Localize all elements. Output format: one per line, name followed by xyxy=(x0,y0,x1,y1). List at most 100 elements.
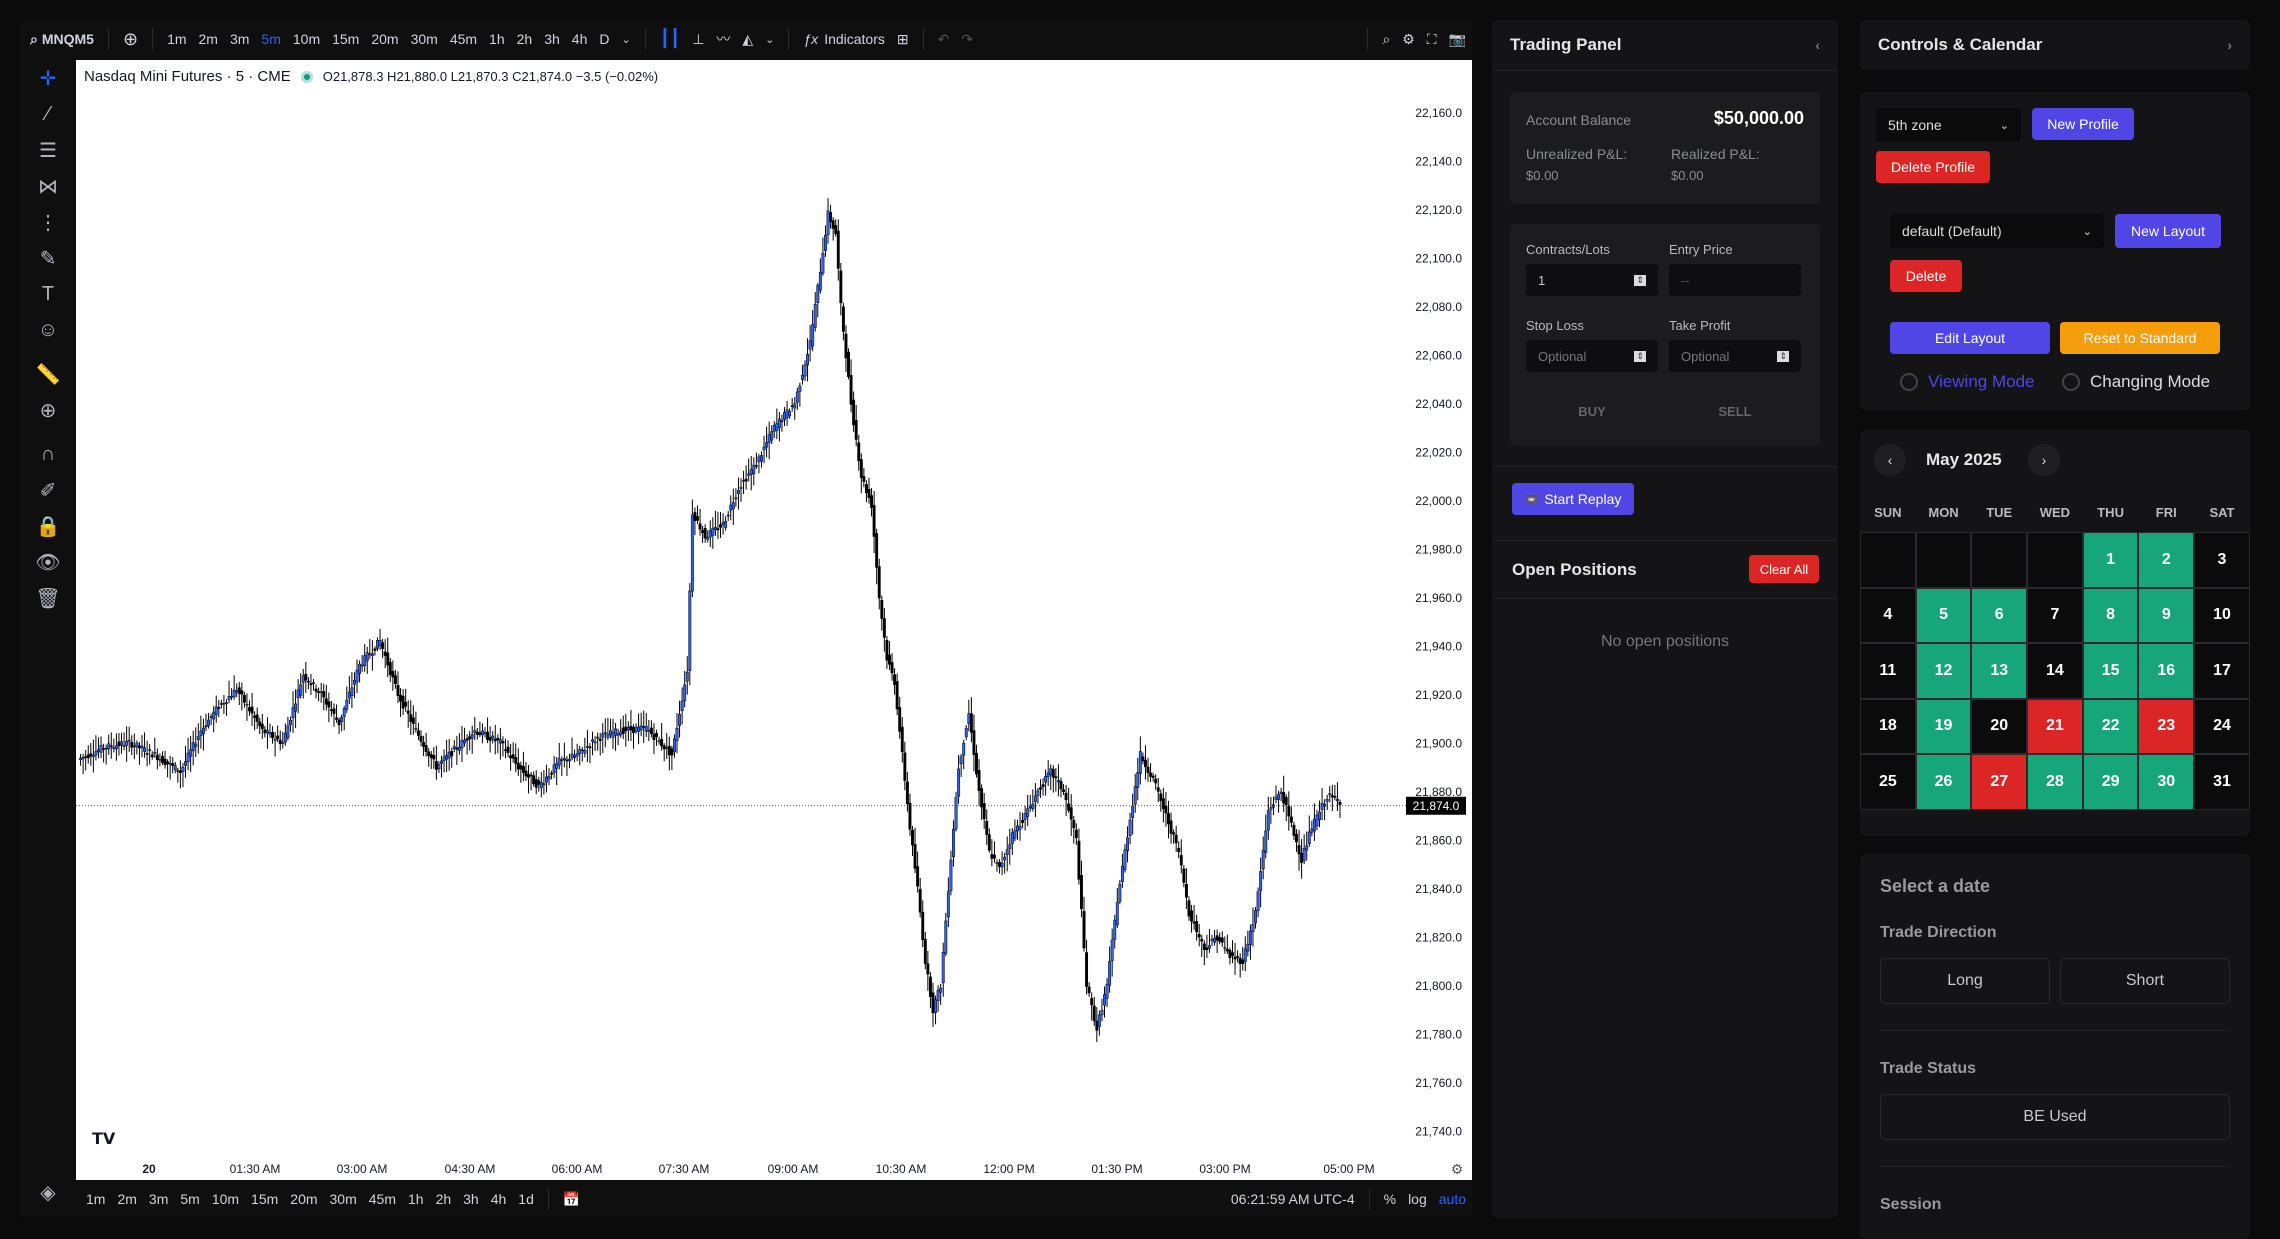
pattern-icon[interactable]: ⋈ xyxy=(30,168,66,204)
calendar-day[interactable]: 9 xyxy=(2138,587,2195,643)
layout-select[interactable]: default (Default) ⌄ xyxy=(1890,214,2104,248)
calendar-day[interactable]: 24 xyxy=(2194,698,2250,754)
calendar-day[interactable]: 23 xyxy=(2138,698,2195,754)
range-20m[interactable]: 20m xyxy=(284,1191,323,1207)
range-2h[interactable]: 2h xyxy=(430,1191,458,1207)
interval-3h[interactable]: 3h xyxy=(538,31,566,47)
short-button[interactable]: Short xyxy=(2060,958,2230,1004)
percent-toggle[interactable]: % xyxy=(1378,1191,1402,1207)
entry-input[interactable]: -- xyxy=(1669,264,1801,296)
long-button[interactable]: Long xyxy=(1880,958,2050,1004)
buy-button[interactable]: BUY xyxy=(1526,394,1658,428)
auto-toggle[interactable]: auto xyxy=(1433,1191,1472,1207)
range-10m[interactable]: 10m xyxy=(206,1191,245,1207)
interval-30m[interactable]: 30m xyxy=(405,31,444,47)
calendar-day[interactable]: 20 xyxy=(1971,698,2028,754)
range-3m[interactable]: 3m xyxy=(143,1191,174,1207)
calendar-day[interactable]: 6 xyxy=(1971,587,2028,643)
contracts-input[interactable]: 1 ⇕ xyxy=(1526,264,1658,296)
calendar-day[interactable]: 14 xyxy=(2027,643,2083,699)
calendar-day[interactable]: 18 xyxy=(1860,698,1916,754)
ruler-icon[interactable]: 📏 xyxy=(30,356,66,392)
log-toggle[interactable]: log xyxy=(1402,1191,1433,1207)
symbol-search[interactable]: ⌕ MNQM5 xyxy=(20,31,100,48)
calendar-day[interactable]: 15 xyxy=(2082,643,2139,699)
calendar-day[interactable]: 4 xyxy=(1860,587,1916,643)
viewing-mode-radio[interactable]: Viewing Mode xyxy=(1900,372,2034,392)
indicators-button[interactable]: ƒx Indicators xyxy=(797,31,891,47)
trash-icon[interactable]: 🗑 xyxy=(30,580,66,616)
calendar-day[interactable]: 7 xyxy=(2027,587,2083,643)
settings-gear-icon[interactable]: ⚙ xyxy=(1396,31,1421,48)
interval-1m[interactable]: 1m xyxy=(161,31,192,47)
calendar-day[interactable]: 29 xyxy=(2082,754,2139,810)
stepper-icon[interactable]: ⇕ xyxy=(1634,274,1646,286)
eye-icon[interactable]: 👁 xyxy=(30,544,66,580)
calendar-day[interactable]: 19 xyxy=(1915,698,1972,754)
calendar-day[interactable]: 1 xyxy=(2082,532,2139,588)
interval-20m[interactable]: 20m xyxy=(365,31,404,47)
interval-1h[interactable]: 1h xyxy=(483,31,511,47)
calendar-day[interactable]: 3 xyxy=(2194,532,2250,588)
new-layout-button[interactable]: New Layout xyxy=(2115,214,2221,248)
range-30m[interactable]: 30m xyxy=(324,1191,363,1207)
zoom-in-icon[interactable]: ⊕ xyxy=(30,392,66,428)
text-icon[interactable]: T xyxy=(30,276,66,312)
axis-settings-gear-icon[interactable]: ⚙ xyxy=(1451,1161,1464,1177)
calendar-day[interactable]: 13 xyxy=(1971,643,2028,699)
range-1h[interactable]: 1h xyxy=(402,1191,430,1207)
candles-icon[interactable]: ┃┃ xyxy=(654,29,686,49)
calendar-day[interactable]: 31 xyxy=(2194,754,2250,810)
lock-drawing-icon[interactable]: ✐ xyxy=(30,472,66,508)
calendar-day[interactable]: 17 xyxy=(2194,643,2250,699)
calendar-day[interactable]: 8 xyxy=(2082,587,2139,643)
stop-loss-input[interactable]: Optional ⇕ xyxy=(1526,340,1658,372)
undo-icon[interactable]: ↶ xyxy=(932,31,956,48)
new-profile-button[interactable]: New Profile xyxy=(2032,108,2134,140)
calendar-day[interactable]: 16 xyxy=(2138,643,2195,699)
fullscreen-icon[interactable]: ⛶ xyxy=(1421,31,1443,48)
interval-3m[interactable]: 3m xyxy=(224,31,255,47)
chevron-down-icon[interactable]: ⌄ xyxy=(615,33,636,46)
calendar-day[interactable]: 27 xyxy=(1971,754,2028,810)
delete-profile-button[interactable]: Delete Profile xyxy=(1876,151,1990,183)
be-used-button[interactable]: BE Used xyxy=(1880,1094,2230,1140)
brush-icon[interactable]: ✎ xyxy=(30,240,66,276)
price-chart[interactable]: Nasdaq Mini Futures · 5 · CME O21,878.3 … xyxy=(76,60,1472,1196)
redo-icon[interactable]: ↷ xyxy=(955,31,979,48)
chevron-right-icon[interactable]: › xyxy=(2227,37,2232,53)
range-45m[interactable]: 45m xyxy=(363,1191,402,1207)
calendar-day[interactable]: 5 xyxy=(1915,587,1972,643)
take-profit-input[interactable]: Optional ⇕ xyxy=(1669,340,1801,372)
interval-10m[interactable]: 10m xyxy=(287,31,326,47)
range-1d[interactable]: 1d xyxy=(512,1191,540,1207)
prev-month-icon[interactable]: ‹ xyxy=(1874,444,1906,476)
quick-search-icon[interactable]: ⌕ xyxy=(1376,31,1396,48)
add-symbol-icon[interactable]: ⊕ xyxy=(117,29,144,50)
range-5m[interactable]: 5m xyxy=(174,1191,205,1207)
calendar-day[interactable]: 25 xyxy=(1860,754,1916,810)
interval-2m[interactable]: 2m xyxy=(193,31,224,47)
layers-icon[interactable]: ◈ xyxy=(30,1174,66,1210)
calendar-day[interactable]: 28 xyxy=(2027,754,2083,810)
interval-45m[interactable]: 45m xyxy=(444,31,483,47)
delete-layout-button[interactable]: Delete xyxy=(1890,260,1962,292)
edit-layout-button[interactable]: Edit Layout xyxy=(1890,322,2050,354)
calendar-day[interactable]: 11 xyxy=(1860,643,1916,699)
layouts-grid-icon[interactable]: ⊞ xyxy=(891,31,915,48)
prediction-icon[interactable]: ⋮ xyxy=(30,204,66,240)
magnet-icon[interactable]: ∩ xyxy=(30,436,66,472)
stepper-icon[interactable]: ⇕ xyxy=(1777,350,1789,362)
chevron-down-icon[interactable]: ⌄ xyxy=(759,33,780,46)
interval-4h[interactable]: 4h xyxy=(566,31,594,47)
stepper-icon[interactable]: ⇕ xyxy=(1634,350,1646,362)
chevron-left-icon[interactable]: ‹ xyxy=(1815,37,1820,53)
emoji-icon[interactable]: ☺ xyxy=(30,312,66,348)
range-4h[interactable]: 4h xyxy=(485,1191,513,1207)
reset-to-standard-button[interactable]: Reset to Standard xyxy=(2060,322,2220,354)
calendar-day[interactable]: 22 xyxy=(2082,698,2139,754)
clear-all-button[interactable]: Clear All xyxy=(1749,555,1819,583)
calendar-day[interactable]: 30 xyxy=(2138,754,2195,810)
range-2m[interactable]: 2m xyxy=(111,1191,142,1207)
calendar-goto-icon[interactable]: 📅 xyxy=(557,1191,586,1208)
